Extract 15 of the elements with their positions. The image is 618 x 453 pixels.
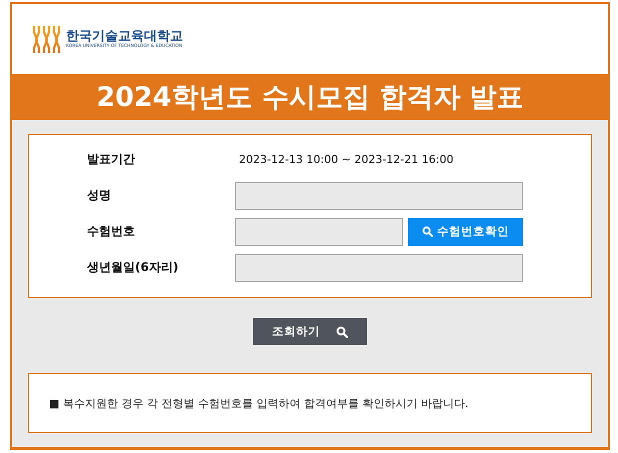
announcement-period: 2023-12-13 10:00 ~ 2023-12-21 16:00: [238, 153, 454, 166]
field-label: 발표기간: [87, 151, 136, 168]
notice-text: ■ 복수지원한 경우 각 전형별 수험번호를 입력하여 합격여부를 확인하시기 바랍니다.: [49, 396, 468, 410]
lookup-button[interactable]: 조회하기: [253, 318, 367, 345]
field-label: 생년월일(6자리): [87, 259, 180, 276]
logo-icon: [32, 24, 62, 54]
field-label: 성명: [87, 187, 112, 204]
search-icon: [336, 326, 348, 338]
input-field[interactable]: [235, 218, 403, 246]
search-icon: [422, 226, 433, 237]
input-field[interactable]: [235, 182, 523, 210]
field-label: 수험번호: [87, 223, 136, 240]
page-title: 2024학년도 수시모집 합격자 발표: [96, 81, 524, 115]
input-field[interactable]: [235, 254, 523, 282]
university-name: 한국기술교육대학교: [66, 29, 183, 44]
